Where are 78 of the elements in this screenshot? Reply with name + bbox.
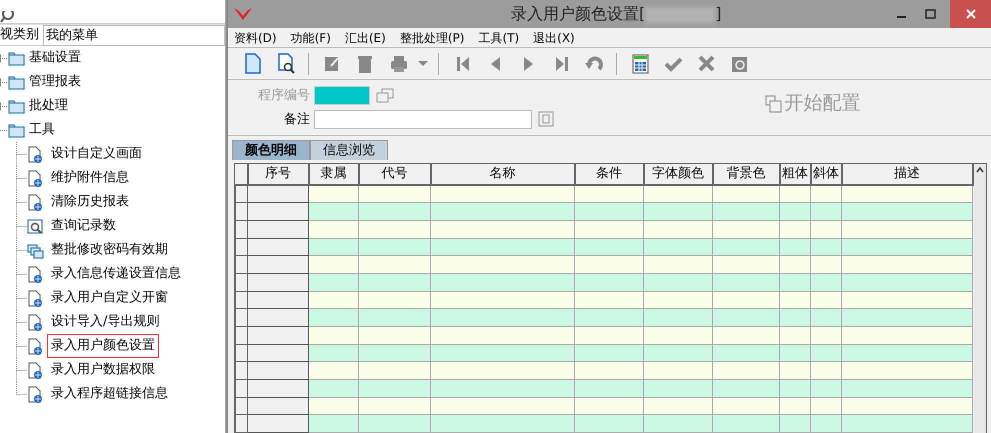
window-title: ]: [715, 4, 722, 23]
window-icon[interactable]: [376, 88, 394, 104]
tree-item[interactable]: 管理报表: [25, 70, 85, 94]
tree-item[interactable]: 录入程序超链接信息: [47, 382, 172, 406]
column-header: 名称: [430, 164, 574, 186]
expand-icon[interactable]: [538, 111, 554, 128]
menu-item[interactable]: 资料(D): [234, 28, 277, 46]
caret-icon: [418, 61, 428, 66]
view-label: 视类别: [0, 26, 39, 44]
app-logo-icon: [233, 7, 253, 21]
menu-item[interactable]: 退出(X): [533, 28, 575, 46]
menu-item[interactable]: 汇出(E): [344, 28, 386, 46]
new-document-icon: [242, 53, 262, 74]
column-header: 条件: [574, 164, 644, 186]
connector-line: [16, 262, 27, 286]
program-icon: [27, 194, 44, 210]
tree-item[interactable]: 录入信息传递设置信息: [47, 262, 185, 286]
search-icon: [0, 11, 14, 23]
tree-item[interactable]: 维护附件信息: [47, 166, 133, 190]
calculator-icon: [630, 53, 650, 74]
tree-item[interactable]: 设计自定义画面: [47, 142, 146, 166]
connector-line: [16, 286, 27, 310]
close-icon[interactable]: [966, 9, 976, 19]
tree-item[interactable]: 整批修改密码有效期: [47, 238, 172, 262]
search-icon: [27, 218, 44, 234]
column-header: 代号: [358, 164, 430, 186]
windows-icon: [27, 242, 44, 258]
tab[interactable]: 信息浏览: [310, 140, 388, 160]
tree-item[interactable]: 清除历史报表: [47, 190, 133, 214]
connector-line: [16, 238, 27, 262]
program-icon: [27, 266, 44, 282]
connector-line: [16, 334, 27, 358]
tree-item[interactable]: 录入用户数据权限: [47, 358, 159, 382]
expander-icon[interactable]: [0, 54, 8, 62]
note-field[interactable]: [314, 110, 532, 129]
expander-icon[interactable]: [0, 102, 8, 110]
field-label: 程序编号: [257, 87, 311, 105]
cross-icon: [696, 53, 716, 74]
menu-item[interactable]: 整批处理(P): [400, 28, 464, 46]
tree-item[interactable]: 录入用户自定义开窗: [47, 286, 172, 310]
tree-item[interactable]: 批处理: [25, 94, 72, 118]
tree-item[interactable]: 工具: [25, 118, 59, 142]
program-icon: [27, 170, 44, 186]
program-icon: [27, 146, 44, 162]
column-header: 序号: [248, 164, 308, 186]
connector-line: [16, 310, 27, 334]
expander-icon[interactable]: [0, 78, 8, 86]
menu-item[interactable]: 工具(T): [478, 28, 520, 46]
maximize-icon[interactable]: [924, 9, 936, 19]
view-field[interactable]: 我的菜单: [43, 24, 225, 46]
program-icon: [27, 290, 44, 306]
program-icon: [27, 314, 44, 330]
tree-item[interactable]: 设计导入/导出规则: [47, 310, 164, 334]
tab[interactable]: 颜色明细: [232, 140, 310, 160]
tree-item[interactable]: 查询记录数: [47, 214, 120, 238]
connector-line: [16, 142, 27, 166]
column-header: 描述: [842, 164, 972, 186]
menu-item[interactable]: 功能(F): [290, 28, 331, 46]
connector-line: [16, 190, 27, 214]
column-header: 背景色: [712, 164, 780, 186]
program-icon: [27, 338, 44, 354]
field-label: 备注: [283, 110, 311, 128]
program-icon: [27, 362, 44, 378]
column-header: 字体颜色: [644, 164, 712, 186]
column-header: 隶属: [308, 164, 358, 186]
tree-item[interactable]: 录入用户颜色设置: [47, 334, 159, 358]
column-header: 粗体: [780, 164, 810, 186]
preview-icon: [276, 53, 296, 74]
scrollbar[interactable]: [974, 164, 986, 433]
program-number-field[interactable]: [314, 86, 370, 106]
scroll-up-icon[interactable]: [976, 167, 984, 173]
connector-line: [16, 166, 27, 190]
tree-item[interactable]: 基础设置: [25, 46, 85, 70]
program-icon: [27, 386, 44, 402]
connector-line: [16, 214, 27, 238]
window-title: 录入用户颜色设置[: [511, 4, 646, 23]
config-icon: [764, 94, 782, 112]
column-header: 斜体: [810, 164, 842, 186]
